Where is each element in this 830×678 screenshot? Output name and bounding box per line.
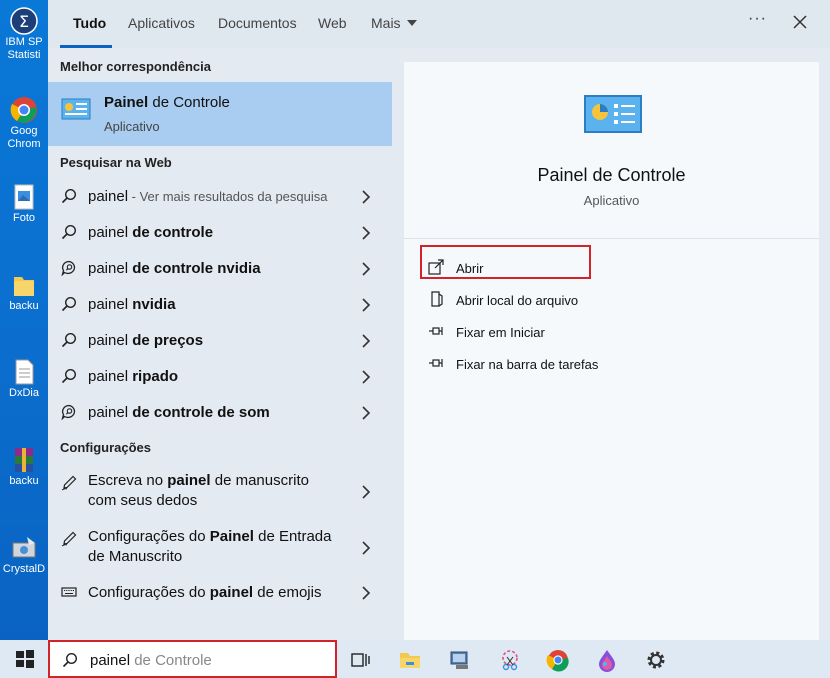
search-icon (62, 652, 78, 668)
desktop-icon-spss[interactable]: Σ IBM SP Statisti (0, 6, 48, 62)
chevron-down-icon (406, 20, 417, 26)
preview-title: Painel de Controle (537, 165, 686, 185)
web-result-item[interactable]: painel de controle nvidia (48, 251, 392, 287)
chrome-icon (10, 97, 37, 123)
task-view-icon[interactable] (348, 648, 372, 672)
chevron-right-icon (362, 541, 371, 555)
desktop-icon-label: DxDia (9, 387, 39, 399)
control-panel-icon (61, 98, 91, 120)
desktop-icon-label: Foto (12, 212, 35, 224)
tab-mais-label: Mais (371, 15, 401, 31)
search-icon (61, 296, 77, 312)
preview-subtitle: Aplicativo (583, 193, 640, 208)
chevron-right-icon (362, 406, 371, 420)
web-result-item[interactable]: painel de preços (48, 323, 392, 359)
snip-icon[interactable] (498, 648, 522, 672)
chevron-right-icon (362, 298, 371, 312)
divider (404, 238, 819, 239)
chevron-right-icon (362, 226, 371, 240)
web-result-item[interactable]: painel nvidia (48, 287, 392, 323)
chat-search-icon (61, 260, 76, 276)
pen-icon (61, 475, 77, 491)
tab-tudo[interactable]: Tudo (73, 15, 106, 31)
desktop-icon-label: IBM SP Statisti (5, 36, 43, 61)
best-match-title: Painel de Controle (104, 94, 230, 111)
spss-icon: Σ (10, 7, 38, 35)
close-icon[interactable] (791, 13, 809, 31)
section-best-match: Melhor correspondência (60, 59, 211, 74)
web-result-item[interactable]: painel ripado (48, 359, 392, 395)
desktop-icon-crystaldisk[interactable]: CrystalD (0, 533, 48, 576)
pen-icon (61, 531, 77, 547)
folder-icon (14, 277, 34, 296)
pin-icon (429, 359, 443, 367)
web-result-item[interactable]: painel de controle (48, 215, 392, 251)
desktop-icon-label: backu (9, 475, 39, 487)
chevron-right-icon (362, 190, 371, 204)
search-icon (61, 332, 77, 348)
search-icon (61, 224, 77, 240)
crystaldisk-icon (12, 537, 36, 558)
network-app-icon[interactable] (448, 648, 472, 672)
document-icon (15, 359, 34, 385)
file-explorer-icon[interactable] (398, 648, 422, 672)
tab-documentos[interactable]: Documentos (218, 15, 297, 31)
web-result-item[interactable]: painel de controle de som (48, 395, 392, 431)
best-match-item[interactable]: Painel de Controle Aplicativo (48, 82, 392, 146)
search-icon (61, 368, 77, 384)
search-icon (61, 188, 77, 204)
results-list: Melhor correspondência Painel de Control… (48, 48, 404, 640)
search-input[interactable]: painel de Controle (90, 652, 212, 669)
file-location-icon (431, 291, 443, 307)
winrar-icon (15, 448, 33, 472)
desktop-icon-label: Goog Chrom (7, 125, 41, 150)
tab-aplicativos[interactable]: Aplicativos (128, 15, 195, 31)
action-open-file-location[interactable]: Abrir local do arquivo (426, 285, 786, 315)
settings-result-item[interactable]: Configurações do Painel de Entrada de Man… (48, 527, 392, 575)
tab-web[interactable]: Web (318, 15, 347, 31)
chat-search-icon (61, 404, 76, 420)
windows-start-icon[interactable] (15, 649, 35, 669)
chevron-right-icon (362, 586, 371, 600)
search-panel: Tudo Aplicativos Documentos Web Mais ···… (48, 0, 830, 640)
desktop-icon-winrar[interactable]: backu (0, 445, 48, 488)
chevron-right-icon (362, 334, 371, 348)
chrome-icon[interactable] (546, 648, 570, 672)
taskbar: painel de Controle (0, 640, 830, 678)
photos-icon (14, 184, 34, 210)
desktop-icon-folder[interactable]: backu (0, 270, 48, 313)
keyboard-icon (61, 587, 77, 597)
best-match-subtitle: Aplicativo (104, 119, 160, 134)
control-panel-icon (584, 95, 642, 133)
settings-result-item[interactable]: Configurações do painel de emojis (48, 575, 392, 611)
pin-icon (429, 327, 443, 335)
action-open[interactable]: Abrir (426, 253, 786, 283)
desktop-icon-photos[interactable]: Foto (0, 182, 48, 225)
open-icon (428, 259, 444, 275)
paint-drop-icon[interactable] (595, 648, 619, 672)
search-tabs: Tudo Aplicativos Documentos Web Mais ··· (48, 0, 830, 48)
section-settings: Configurações (60, 440, 152, 455)
settings-gear-icon[interactable] (644, 648, 668, 672)
action-pin-start[interactable]: Fixar em Iniciar (426, 317, 786, 347)
tab-mais[interactable]: Mais (371, 15, 417, 31)
action-pin-taskbar[interactable]: Fixar na barra de tarefas (426, 349, 786, 379)
desktop-icon-label: CrystalD (2, 563, 46, 575)
taskbar-search-box[interactable]: painel de Controle (48, 640, 337, 678)
chevron-right-icon (362, 370, 371, 384)
section-web-search: Pesquisar na Web (60, 155, 172, 170)
chevron-right-icon (362, 485, 371, 499)
chevron-right-icon (362, 262, 371, 276)
ellipsis-icon[interactable]: ··· (748, 10, 767, 28)
desktop-icon-dxdiag[interactable]: DxDia (0, 357, 48, 400)
desktop-icon-chrome[interactable]: Goog Chrom (0, 95, 48, 151)
web-result-item[interactable]: painel - Ver mais resultados da pesquisa (48, 179, 392, 215)
svg-text:Σ: Σ (19, 12, 29, 31)
preview-pane: Painel de Controle Aplicativo Abrir Abri… (404, 62, 819, 640)
desktop-icon-label: backu (9, 300, 39, 312)
settings-result-item[interactable]: Escreva no painel de manuscrito com seus … (48, 471, 392, 519)
